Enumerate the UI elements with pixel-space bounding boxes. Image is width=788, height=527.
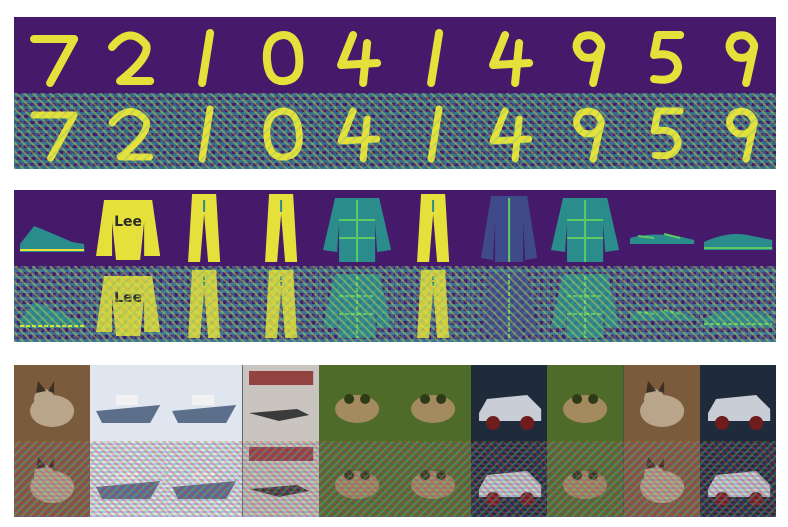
fashion-shirt-icon-clean (318, 190, 395, 266)
cifar-automobile-noisy (699, 441, 776, 517)
cifar-cat-noisy (14, 441, 91, 517)
mnist-digit-4-noisy (318, 93, 395, 169)
fashion-shirt-icon-noisy (318, 266, 395, 342)
fashion-panel: Lee Lee (14, 190, 776, 342)
fashion-sneaker-icon-clean (699, 190, 776, 266)
mnist-digit-4-clean (318, 17, 395, 93)
svg-text:Lee: Lee (114, 214, 142, 230)
cifar-frog-noisy (318, 441, 395, 517)
cifar-automobile-noisy (471, 441, 548, 517)
cifar-frog-noisy (394, 441, 472, 517)
mnist-digit-0-noisy (242, 93, 319, 169)
cifar-frog-clean (547, 365, 624, 441)
mnist-digit-4-noisy (471, 93, 548, 169)
mnist-digit-5-noisy (623, 93, 700, 169)
fashion-shoe-icon-noisy (14, 266, 91, 342)
cifar-frog-noisy (547, 441, 624, 517)
cifar-cat-clean (14, 365, 91, 441)
mnist-digit-1-noisy (166, 93, 243, 169)
fashion-shirt-icon-noisy (547, 266, 624, 342)
fashion-shirt-icon-clean (547, 190, 624, 266)
mnist-digit-9-clean (699, 17, 776, 93)
cifar-airplane-clean (242, 365, 319, 441)
cifar-automobile-clean (471, 365, 548, 441)
fashion-trousers-icon-noisy (242, 266, 319, 342)
cifar-ship-clean (166, 365, 243, 441)
fashion-trousers-icon-noisy (394, 266, 472, 342)
mnist-panel (14, 17, 776, 169)
cifar-cat-clean (623, 365, 700, 441)
cifar-ship-noisy (166, 441, 243, 517)
fashion-trousers-icon-clean (242, 190, 319, 266)
mnist-digit-9-clean (547, 17, 624, 93)
fashion-coat-icon-clean (471, 190, 548, 266)
fashion-sandal-icon-clean (623, 190, 700, 266)
mnist-digit-2-noisy (90, 93, 167, 169)
fashion-trousers-icon-clean (394, 190, 472, 266)
fashion-sweatshirt-icon-clean: Lee (90, 190, 167, 266)
cifar-cat-noisy (623, 441, 700, 517)
cifar-panel (14, 365, 776, 517)
mnist-digit-7-clean (14, 17, 91, 93)
fashion-sneaker-icon-noisy (699, 266, 776, 342)
mnist-digit-1-clean (394, 17, 472, 93)
mnist-digit-2-clean (90, 17, 167, 93)
mnist-digit-9-noisy (699, 93, 776, 169)
fashion-trousers-icon-noisy (166, 266, 243, 342)
fashion-sweatshirt-icon-noisy: Lee (90, 266, 167, 342)
mnist-digit-0-clean (242, 17, 319, 93)
mnist-digit-9-noisy (547, 93, 624, 169)
cifar-ship-noisy (90, 441, 167, 517)
mnist-digit-7-noisy (14, 93, 91, 169)
mnist-digit-1-noisy (394, 93, 472, 169)
fashion-coat-icon-noisy (471, 266, 548, 342)
mnist-digit-4-clean (471, 17, 548, 93)
fashion-sandal-icon-noisy (623, 266, 700, 342)
cifar-frog-clean (394, 365, 472, 441)
cifar-airplane-noisy (242, 441, 319, 517)
cifar-ship-clean (90, 365, 167, 441)
mnist-digit-1-clean (166, 17, 243, 93)
cifar-frog-clean (318, 365, 395, 441)
cifar-automobile-clean (699, 365, 776, 441)
fashion-trousers-icon-clean (166, 190, 243, 266)
fashion-shoe-icon-clean (14, 190, 91, 266)
mnist-digit-5-clean (623, 17, 700, 93)
